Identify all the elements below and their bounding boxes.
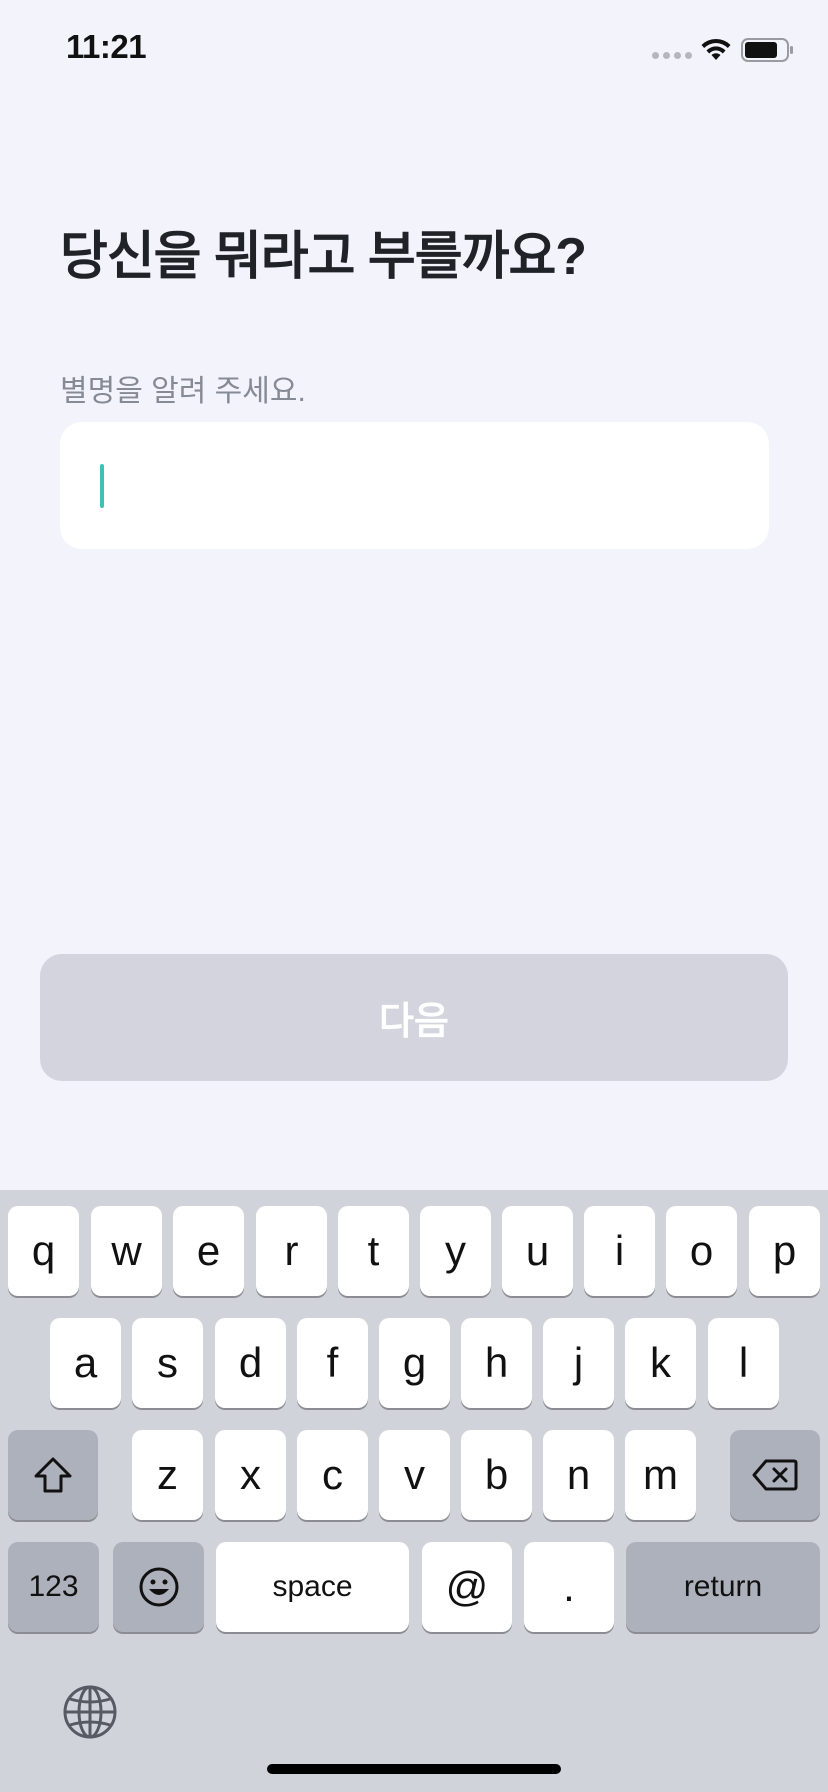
status-bar: 11:21 [0, 0, 828, 100]
return-key[interactable]: return [626, 1542, 820, 1632]
key-a[interactable]: a [50, 1318, 121, 1408]
key-f[interactable]: f [297, 1318, 368, 1408]
globe-icon[interactable] [62, 1684, 118, 1740]
nickname-screen: 11:21 당신을 뭐라고 부를까요? 별명을 알려 주세요. 다음 q w e… [0, 0, 828, 1792]
status-time: 11:21 [66, 28, 147, 65]
key-u[interactable]: u [502, 1206, 573, 1296]
key-v[interactable]: v [379, 1430, 450, 1520]
key-k[interactable]: k [625, 1318, 696, 1408]
key-e[interactable]: e [173, 1206, 244, 1296]
key-b[interactable]: b [461, 1430, 532, 1520]
page-title: 당신을 뭐라고 부를까요? [60, 228, 587, 286]
nickname-prompt-label: 별명을 알려 주세요. [60, 375, 306, 408]
key-p[interactable]: p [749, 1206, 820, 1296]
shift-key[interactable] [8, 1430, 98, 1520]
backspace-icon [752, 1459, 798, 1491]
at-key[interactable]: @ [422, 1542, 512, 1632]
home-indicator [267, 1764, 561, 1774]
key-r[interactable]: r [256, 1206, 327, 1296]
text-caret [100, 464, 104, 508]
key-o[interactable]: o [666, 1206, 737, 1296]
key-n[interactable]: n [543, 1430, 614, 1520]
key-g[interactable]: g [379, 1318, 450, 1408]
key-l[interactable]: l [708, 1318, 779, 1408]
keyboard: q w e r t y u i o p a s d f g h j k l z … [0, 1190, 828, 1792]
next-button[interactable]: 다음 [40, 954, 788, 1081]
key-m[interactable]: m [625, 1430, 696, 1520]
space-key[interactable]: space [216, 1542, 409, 1632]
key-h[interactable]: h [461, 1318, 532, 1408]
backspace-key[interactable] [730, 1430, 820, 1520]
emoji-key[interactable] [113, 1542, 204, 1632]
key-c[interactable]: c [297, 1430, 368, 1520]
period-key[interactable]: . [524, 1542, 614, 1632]
cellular-signal-icon [652, 52, 692, 59]
key-w[interactable]: w [91, 1206, 162, 1296]
battery-icon [741, 38, 793, 62]
key-q[interactable]: q [8, 1206, 79, 1296]
key-z[interactable]: z [132, 1430, 203, 1520]
shift-icon [34, 1457, 72, 1493]
key-t[interactable]: t [338, 1206, 409, 1296]
key-x[interactable]: x [215, 1430, 286, 1520]
key-j[interactable]: j [543, 1318, 614, 1408]
nickname-input[interactable] [60, 422, 769, 549]
numbers-key[interactable]: 123 [8, 1542, 99, 1632]
wifi-icon [701, 38, 731, 60]
nickname-field[interactable] [60, 422, 769, 549]
key-d[interactable]: d [215, 1318, 286, 1408]
key-s[interactable]: s [132, 1318, 203, 1408]
key-y[interactable]: y [420, 1206, 491, 1296]
emoji-icon [139, 1567, 178, 1607]
key-i[interactable]: i [584, 1206, 655, 1296]
